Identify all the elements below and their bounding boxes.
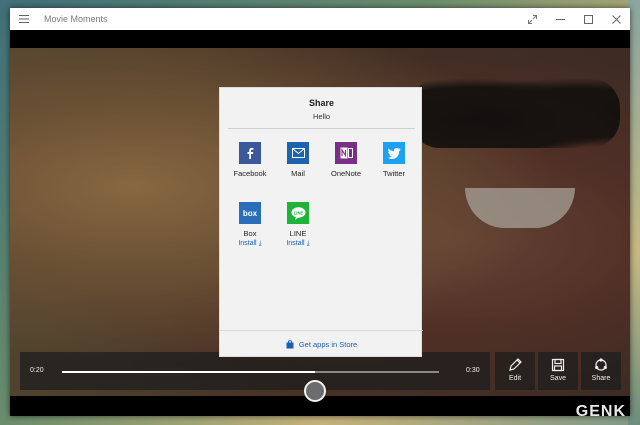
minimize-button[interactable] <box>546 8 574 30</box>
current-time: 0:20 <box>30 367 44 374</box>
app-label-mail: Mail <box>291 169 305 178</box>
install-box-link[interactable]: Install ⤓ <box>226 240 274 248</box>
share-label: Share <box>591 375 611 382</box>
store-icon <box>286 340 294 349</box>
download-arrow-icon: ⤓ <box>306 240 310 247</box>
share-button[interactable]: Share <box>581 352 621 390</box>
twitter-icon <box>383 142 405 164</box>
save-label: Save <box>550 375 566 382</box>
title-bar: Movie Moments <box>10 8 630 30</box>
maximize-button[interactable] <box>574 8 602 30</box>
app-label-box: Box <box>243 229 257 238</box>
box-icon: box <box>239 202 261 224</box>
watermark-logo: GENK <box>575 403 626 420</box>
hamburger-menu-icon[interactable] <box>10 8 38 30</box>
app-label-onenote: OneNote <box>330 169 362 178</box>
share-target-box[interactable]: box Box Install ⤓ <box>226 202 274 248</box>
share-dialog: Share Hello Facebook Mail OneNote Twitte… <box>219 87 423 357</box>
total-time: 0:30 <box>466 367 480 374</box>
floppy-disk-icon <box>551 358 565 372</box>
share-footer-divider <box>220 330 423 331</box>
share-target-onenote[interactable]: OneNote <box>322 142 370 178</box>
app-title: Movie Moments <box>44 14 108 24</box>
app-label-line: LINE <box>289 229 307 238</box>
onenote-icon <box>335 142 357 164</box>
share-target-line[interactable]: LINE LINE Install ⤓ <box>274 202 322 248</box>
mail-icon <box>287 142 309 164</box>
close-button[interactable] <box>602 8 630 30</box>
seek-track[interactable] <box>62 371 439 373</box>
edit-button[interactable]: Edit <box>495 352 535 390</box>
save-button[interactable]: Save <box>538 352 578 390</box>
share-title: Share <box>308 98 334 108</box>
share-target-facebook[interactable]: Facebook <box>226 142 274 178</box>
share-target-mail[interactable]: Mail <box>274 142 322 178</box>
share-divider <box>228 128 415 129</box>
svg-text:LINE: LINE <box>293 210 303 215</box>
pencil-icon <box>509 358 522 371</box>
get-apps-in-store-link[interactable]: Get apps in Store <box>220 340 423 349</box>
edit-label: Edit <box>508 375 522 382</box>
fullscreen-icon[interactable] <box>518 8 546 30</box>
share-subtitle: Hello <box>312 112 331 121</box>
download-arrow-icon: ⤓ <box>258 240 262 247</box>
seek-handle[interactable] <box>303 380 326 402</box>
store-link-label: Get apps in Store <box>298 340 358 349</box>
app-label-facebook: Facebook <box>233 169 267 178</box>
facebook-icon <box>239 142 261 164</box>
install-line-link[interactable]: Install ⤓ <box>274 240 322 248</box>
seek-progress <box>62 371 315 373</box>
playback-bar: 0:20 0:30 <box>20 352 490 390</box>
app-label-twitter: Twitter <box>382 169 406 178</box>
share-target-twitter[interactable]: Twitter <box>370 142 418 178</box>
share-icon <box>595 358 607 371</box>
line-icon: LINE <box>287 202 309 224</box>
